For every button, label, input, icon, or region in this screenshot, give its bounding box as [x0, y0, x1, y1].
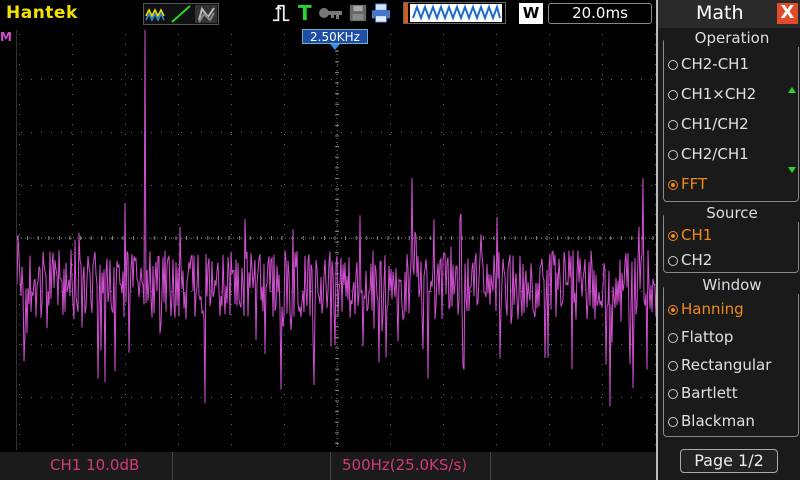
operation-option-ch2-div-ch1[interactable]: CH2/CH1 — [668, 145, 749, 163]
radio-icon — [668, 389, 678, 399]
option-label: Flattop — [681, 328, 734, 346]
acquisition-indicator — [403, 2, 506, 24]
scroll-up-icon[interactable] — [788, 87, 796, 93]
window-option-rectangular[interactable]: Rectangular — [668, 356, 771, 374]
option-label: CH2-CH1 — [681, 55, 750, 73]
source-title: Source — [664, 204, 800, 222]
frequency-scale-readout: 500Hz(25.0KS/s) — [342, 456, 468, 474]
fft-trace — [17, 30, 657, 407]
waveform-position-icon — [404, 3, 502, 23]
rising-edge-icon[interactable] — [270, 3, 294, 23]
menu-title: Math — [696, 2, 744, 24]
operation-option-fft[interactable]: FFT — [668, 175, 707, 193]
bottom-status-bar: CH1 10.0dB 500Hz(25.0KS/s) — [0, 452, 656, 480]
source-option-ch1[interactable]: CH1 — [668, 226, 712, 244]
radio-icon — [668, 90, 678, 100]
timebase-readout[interactable]: 20.0ms — [548, 3, 652, 24]
divider — [330, 452, 331, 480]
math-channel-marker[interactable]: M — [0, 30, 14, 48]
radio-selected-icon — [668, 231, 678, 241]
operation-group: Operation CH2-CH1 CH1×CH2 CH1/CH2 CH2/CH… — [663, 29, 800, 202]
slope-icon — [170, 5, 192, 23]
brand-logo: Hantek — [6, 3, 78, 23]
persistence-icon — [195, 5, 217, 23]
divider — [172, 452, 173, 480]
option-label: CH2/CH1 — [681, 145, 749, 163]
radio-icon — [668, 60, 678, 70]
window-option-flattop[interactable]: Flattop — [668, 328, 733, 346]
window-title-text: Window — [702, 276, 762, 294]
option-label: Blackman — [681, 412, 755, 430]
mode-icons-svg — [145, 5, 217, 23]
option-label: CH2 — [681, 251, 713, 269]
waveform-display[interactable] — [16, 30, 657, 450]
window-option-hanning[interactable]: Hanning — [668, 300, 744, 318]
operation-option-ch1xch2[interactable]: CH1×CH2 — [668, 85, 756, 103]
divider — [490, 452, 491, 480]
key-icon — [319, 8, 342, 19]
close-button[interactable]: X — [777, 3, 798, 24]
save-icon[interactable] — [347, 3, 369, 23]
option-label: CH1 — [681, 226, 713, 244]
waveform-icon — [145, 5, 167, 23]
acquire-mode-icons[interactable] — [143, 3, 219, 25]
operation-option-ch2-ch1[interactable]: CH2-CH1 — [668, 55, 749, 73]
operation-option-ch1-div-ch2[interactable]: CH1/CH2 — [668, 115, 749, 133]
radio-selected-icon — [668, 180, 678, 190]
printer-icon[interactable] — [370, 3, 392, 23]
radio-icon — [668, 120, 678, 130]
window-title: Window — [664, 276, 800, 294]
window-option-bartlett[interactable]: Bartlett — [668, 384, 738, 402]
option-label: Rectangular — [681, 356, 772, 374]
option-label: CH1/CH2 — [681, 115, 749, 133]
option-label: Bartlett — [681, 384, 738, 402]
page-button[interactable]: Page 1/2 — [680, 449, 778, 473]
frequency-position-label: 2.50KHz — [302, 29, 368, 44]
operation-title: Operation — [664, 29, 800, 47]
source-option-ch2[interactable]: CH2 — [668, 251, 712, 269]
source-title-text: Source — [706, 204, 758, 222]
source-group: Source CH1 CH2 — [663, 204, 800, 273]
position-arrow-icon[interactable] — [330, 44, 340, 50]
radio-icon — [668, 333, 678, 343]
window-group: Window Hanning Flattop Rectangular Bartl… — [663, 276, 800, 437]
radio-icon — [668, 361, 678, 371]
option-label: Hanning — [681, 300, 744, 318]
radio-icon — [668, 150, 678, 160]
menu-header: Math X — [658, 0, 800, 28]
fft-spectrum-line — [17, 30, 657, 407]
window-option-blackman[interactable]: Blackman — [668, 412, 755, 430]
radio-icon — [668, 256, 678, 266]
trigger-type-label: T — [298, 1, 312, 25]
radio-icon — [668, 417, 678, 427]
radio-selected-icon — [668, 305, 678, 315]
status-bar: Hantek T W 20.0ms — [0, 0, 656, 28]
option-label: CH1×CH2 — [681, 85, 757, 103]
scroll-down-icon[interactable] — [788, 167, 796, 173]
channel-scale-readout: CH1 10.0dB — [50, 456, 140, 474]
option-label: FFT — [681, 175, 708, 193]
window-mode-button[interactable]: W — [519, 3, 543, 24]
operation-title-text: Operation — [694, 29, 770, 47]
math-menu: Math X Operation CH2-CH1 CH1×CH2 CH1/CH2… — [656, 0, 800, 480]
